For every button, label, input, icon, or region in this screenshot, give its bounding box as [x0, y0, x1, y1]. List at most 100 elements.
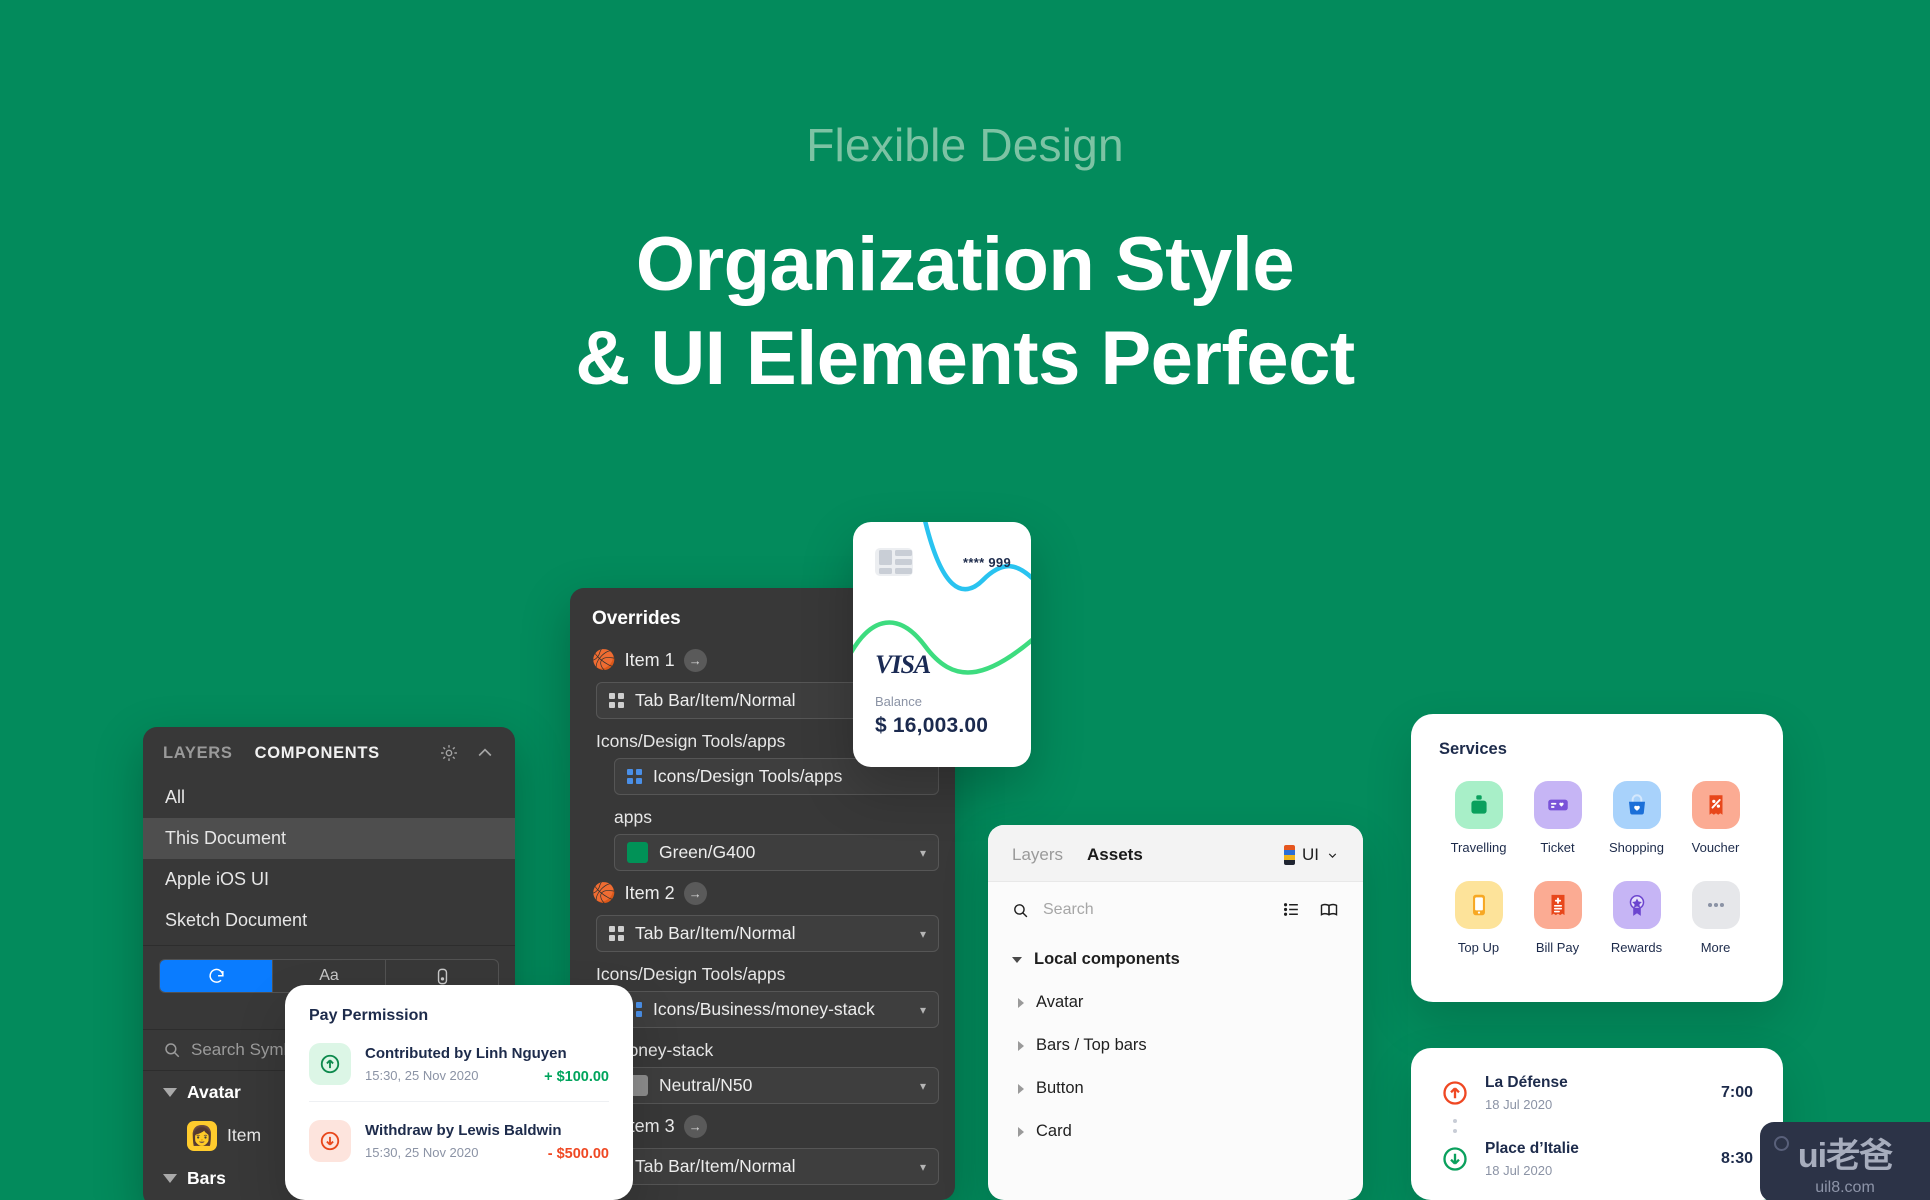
service-item-bill-pay[interactable]: Bill Pay [1518, 881, 1597, 955]
service-item-shopping[interactable]: Shopping [1597, 781, 1676, 855]
service-label: Voucher [1691, 840, 1740, 855]
card-masked-number: **** 999 [963, 555, 1011, 570]
service-item-voucher[interactable]: Voucher [1676, 781, 1755, 855]
receipt-icon [1533, 881, 1582, 929]
trip-row-departure[interactable]: La Défense 18 Jul 2020 7:00 [1441, 1074, 1753, 1112]
service-item-travelling[interactable]: Travelling [1439, 781, 1518, 855]
chevron-down-icon[interactable]: ▾ [920, 927, 926, 941]
tab-assets[interactable]: Assets [1087, 845, 1143, 865]
triangle-right-icon [1018, 1083, 1024, 1094]
triangle-down-icon [163, 1174, 177, 1183]
symbol-grid-icon [609, 926, 624, 941]
components-divider [143, 945, 515, 946]
assets-search-field[interactable]: Search [988, 882, 1363, 938]
service-item-rewards[interactable]: Rewards [1597, 881, 1676, 955]
assets-item-bars-top-bars[interactable]: Bars / Top bars [988, 1024, 1363, 1067]
chevron-up-icon[interactable] [475, 743, 495, 763]
arrow-right-icon[interactable]: → [683, 881, 707, 905]
trip-time: 7:00 [1720, 1084, 1753, 1101]
chevron-down-icon[interactable]: ▾ [920, 1160, 926, 1174]
pay-permission-amount: - $500.00 [547, 1146, 609, 1162]
service-item-top-up[interactable]: Top Up [1439, 881, 1518, 955]
assets-panel: Layers Assets UI Search Local components [988, 825, 1363, 1200]
library-name: UI [1302, 845, 1319, 864]
library-row-this-document[interactable]: This Document [143, 818, 515, 859]
shopping-bag-icon [1612, 781, 1661, 829]
service-label: Bill Pay [1535, 940, 1580, 955]
assets-item-button-label: Button [1036, 1079, 1084, 1097]
tab-layers[interactable]: Layers [1012, 845, 1063, 865]
service-item-ticket[interactable]: Ticket [1518, 781, 1597, 855]
trip-row-arrival[interactable]: Place d’Italie 18 Jul 2020 8:30 [1441, 1140, 1753, 1178]
triangle-right-icon [1018, 997, 1024, 1008]
percent-voucher-icon [1691, 781, 1740, 829]
assets-group-local-components-label: Local components [1034, 950, 1180, 968]
suitcase-icon [1454, 781, 1503, 829]
watermark-logo: ui老爸 [1797, 1136, 1893, 1175]
hero-title-line-2: & UI Elements Perfect [575, 316, 1355, 402]
trip-texts: Place d’Italie 18 Jul 2020 [1485, 1140, 1705, 1178]
hero-section: Flexible Design Organization Style & UI … [0, 0, 1930, 406]
list-view-icon[interactable] [1282, 900, 1301, 919]
chevron-down-icon[interactable]: ▾ [920, 1079, 926, 1093]
chevron-down-icon[interactable]: ▾ [920, 846, 926, 860]
tree-item-avatar-label: Item [227, 1125, 262, 1145]
arrow-right-icon[interactable]: → [683, 648, 707, 672]
triangle-right-icon [1018, 1126, 1024, 1137]
services-title: Services [1439, 740, 1507, 758]
library-row-all[interactable]: All [143, 777, 515, 818]
trips-card: La Défense 18 Jul 2020 7:00 Place d’Ital… [1411, 1048, 1783, 1200]
assets-item-card[interactable]: Card [988, 1110, 1363, 1153]
assets-item-button[interactable]: Button [988, 1067, 1363, 1110]
assets-group-local-components[interactable]: Local components [988, 938, 1363, 981]
components-library-list: All This Document Apple iOS UI Sketch Do… [143, 775, 515, 941]
trip-date: 18 Jul 2020 [1485, 1097, 1553, 1112]
assets-search-placeholder: Search [1043, 901, 1094, 918]
visa-logo: VISA [875, 650, 931, 679]
override-item-2-symbol-value: Tab Bar/Item/Normal [635, 923, 796, 943]
arrow-right-icon[interactable]: → [683, 1114, 707, 1138]
segment-symbols[interactable] [160, 960, 273, 992]
pay-permission-row[interactable]: Withdraw by Lewis Baldwin 15:30, 25 Nov … [309, 1102, 609, 1178]
trip-time: 8:30 [1720, 1150, 1753, 1167]
library-selector[interactable]: UI [1284, 845, 1339, 865]
assets-tree: Local components Avatar Bars / Top bars … [988, 938, 1363, 1153]
override-item-3-symbol-field[interactable]: Tab Bar/Item/Normal ▾ [596, 1148, 939, 1185]
assets-item-card-label: Card [1036, 1122, 1072, 1140]
override-item-2-label: Item 2 [624, 882, 675, 903]
circle-icon [1774, 1136, 1789, 1151]
ellipsis-icon [1691, 881, 1740, 929]
triangle-right-icon [1018, 1040, 1024, 1051]
override-item-1-sub-value: Icons/Design Tools/apps [653, 766, 843, 786]
visa-card: **** 999 VISA Balance $ 16,003.00 [853, 522, 1031, 767]
page-title: Organization Style & UI Elements Perfect [0, 218, 1930, 406]
override-item-2[interactable]: 🏀 Item 2 → [570, 875, 955, 911]
override-item-2-sub-field[interactable]: Icons/Business/money-stack ▾ [614, 991, 939, 1028]
library-row-sketch-document[interactable]: Sketch Document [143, 900, 515, 941]
basketball-icon: 🏀 [592, 883, 616, 904]
book-icon[interactable] [1319, 900, 1339, 920]
override-item-1-color-field[interactable]: Green/G400 ▾ [614, 834, 939, 871]
tab-layers[interactable]: LAYERS [163, 744, 233, 763]
service-label: Rewards [1610, 940, 1663, 955]
override-item-1-symbol-value: Tab Bar/Item/Normal [635, 690, 796, 710]
watermark-url: uil8.com [1815, 1178, 1875, 1196]
chevron-down-icon[interactable]: ▾ [920, 1003, 926, 1017]
arrow-down-circle-icon [309, 1120, 351, 1162]
library-row-apple-ios-ui[interactable]: Apple iOS UI [143, 859, 515, 900]
override-item-1-color-value: Green/G400 [659, 842, 756, 862]
pay-permission-title: Pay Permission [309, 1007, 429, 1024]
pay-permission-texts: Withdraw by Lewis Baldwin 15:30, 25 Nov … [365, 1122, 562, 1160]
assets-tabbar: Layers Assets UI [988, 825, 1363, 882]
service-label: Top Up [1457, 940, 1500, 955]
gear-icon[interactable] [439, 743, 459, 763]
assets-item-avatar[interactable]: Avatar [988, 981, 1363, 1024]
trip-connector-dots [1453, 1119, 1753, 1133]
tab-components[interactable]: COMPONENTS [255, 744, 380, 763]
pay-permission-name: Withdraw by Lewis Baldwin [365, 1122, 562, 1139]
override-item-2-symbol-field[interactable]: Tab Bar/Item/Normal ▾ [596, 915, 939, 952]
service-label: Travelling [1450, 840, 1507, 855]
service-item-more[interactable]: More [1676, 881, 1755, 955]
override-item-2-color-field[interactable]: Neutral/N50 ▾ [614, 1067, 939, 1104]
pay-permission-row[interactable]: Contributed by Linh Nguyen 15:30, 25 Nov… [309, 1025, 609, 1101]
